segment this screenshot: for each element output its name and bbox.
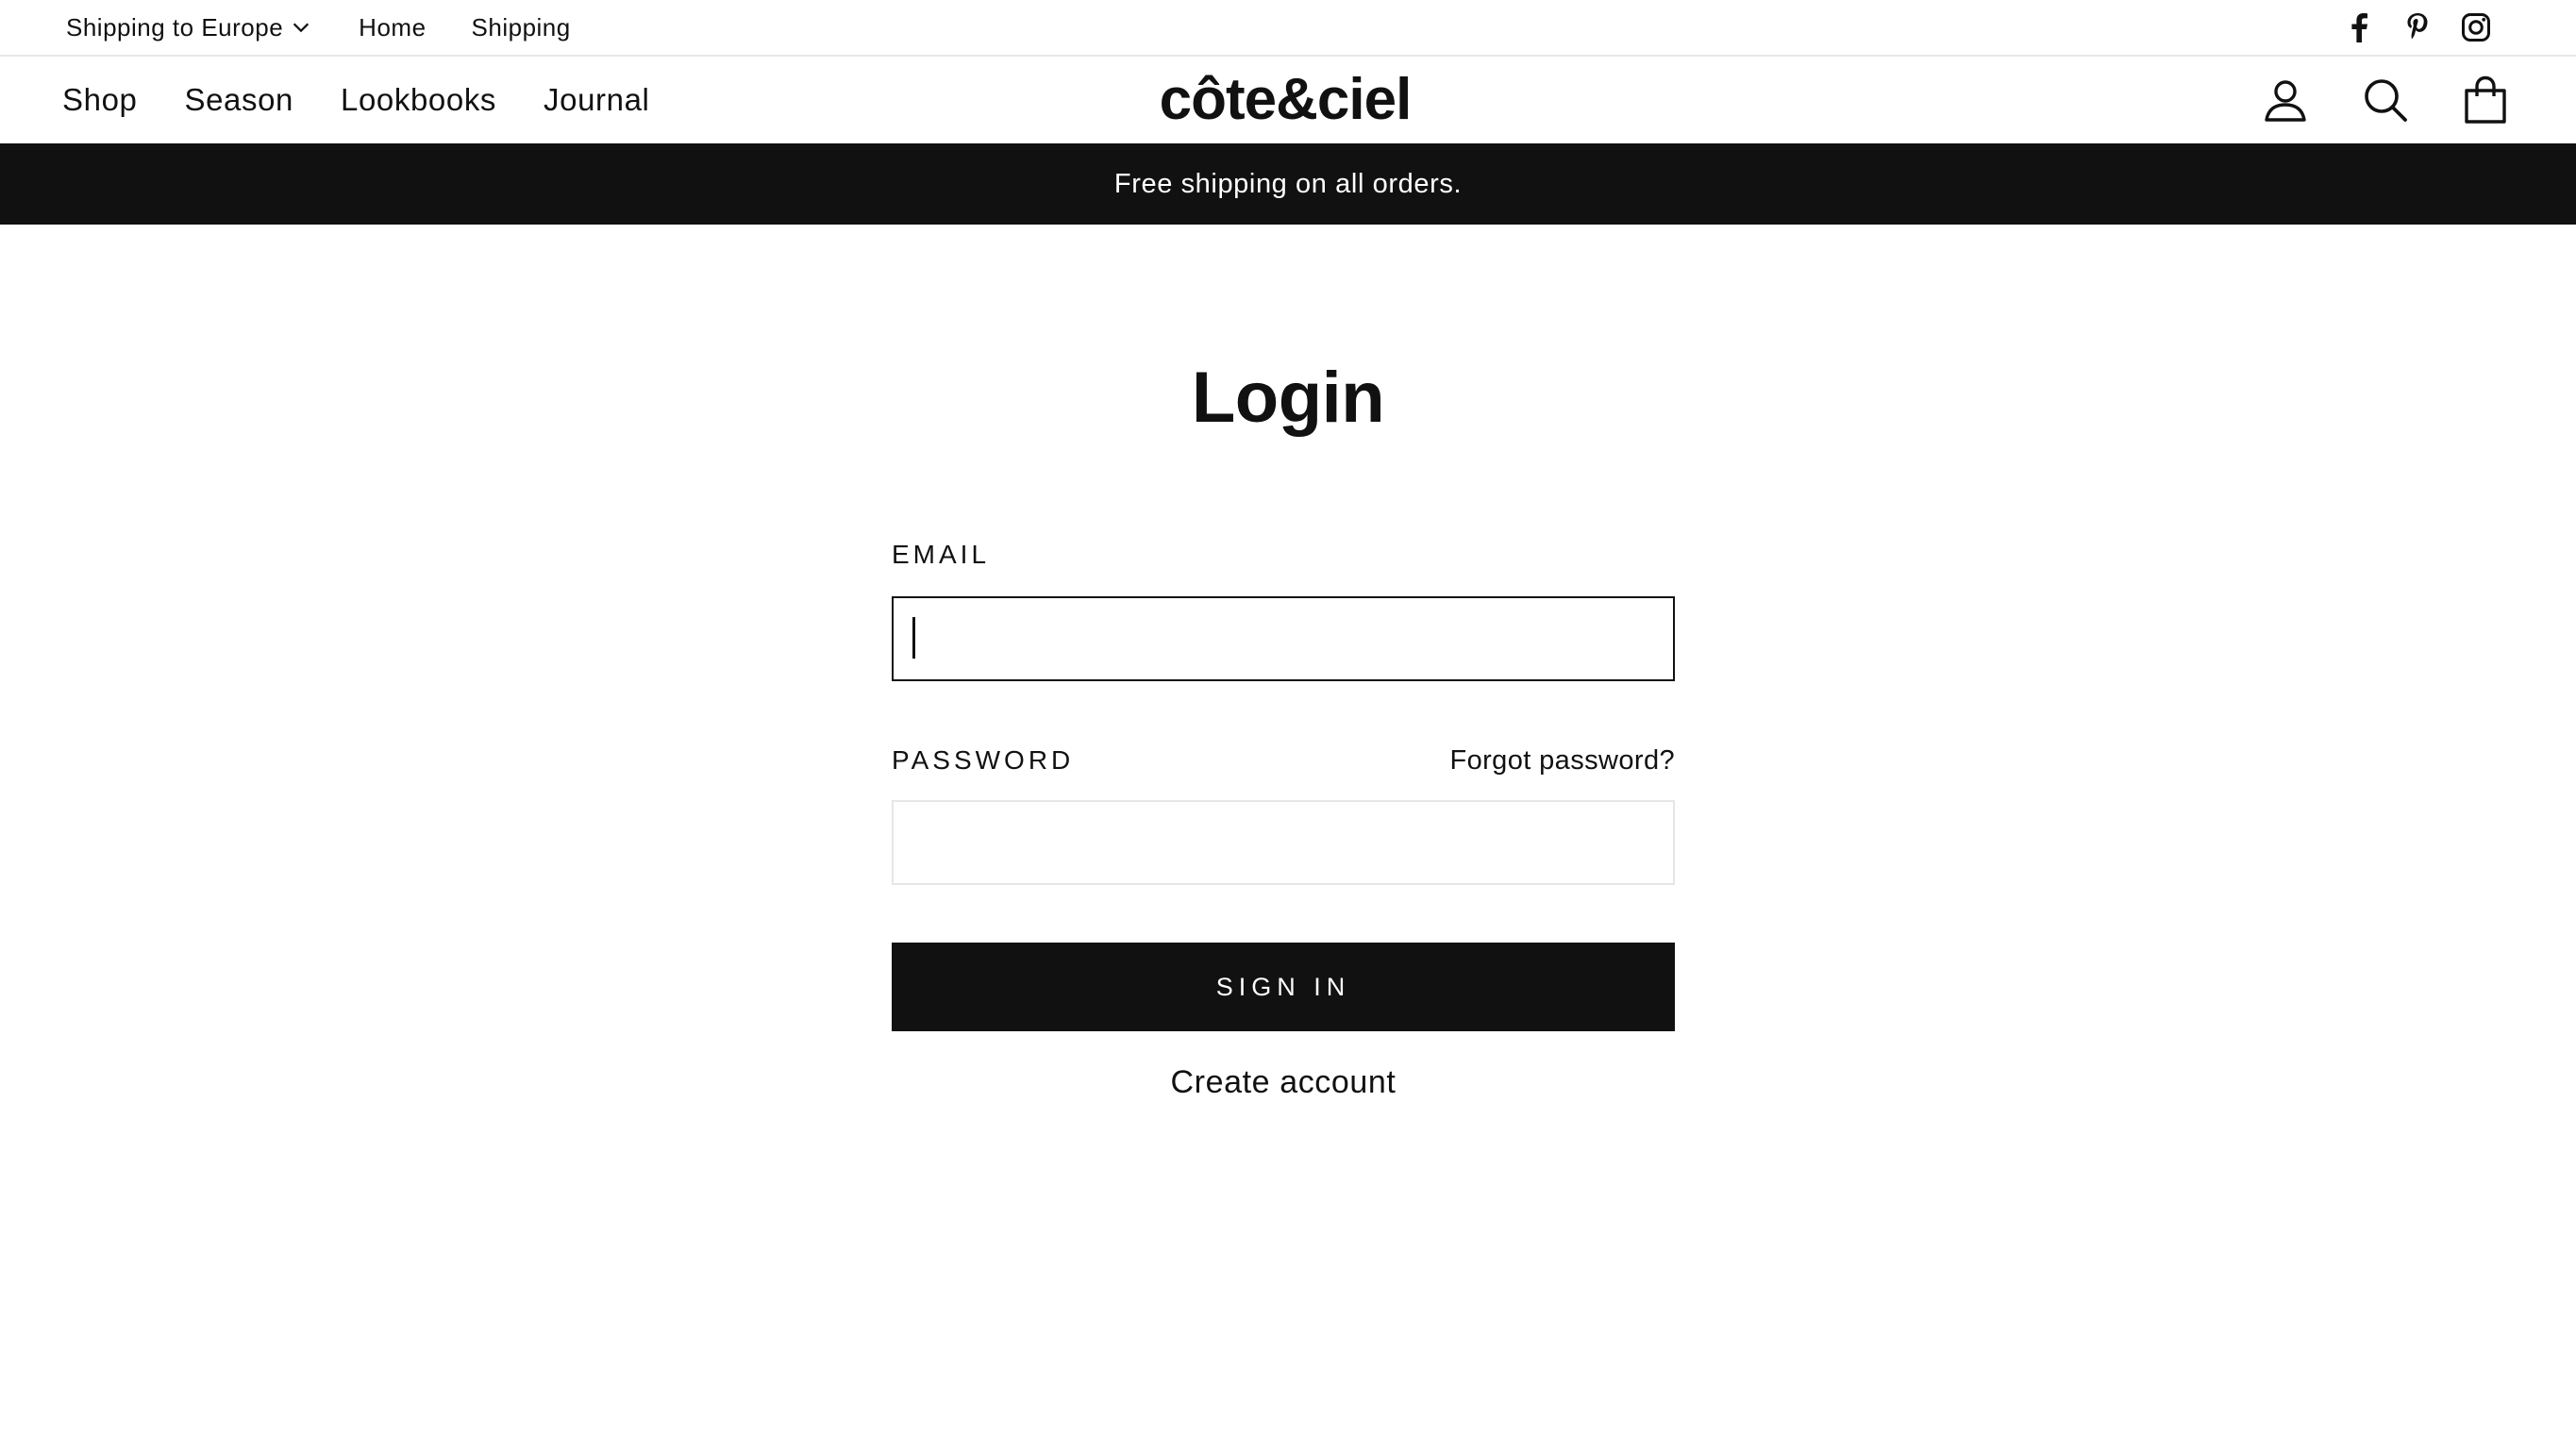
- announcement-bar: Free shipping on all orders.: [0, 143, 2576, 225]
- instagram-icon[interactable]: [2461, 12, 2491, 42]
- account-icon[interactable]: [2261, 75, 2310, 125]
- password-field[interactable]: [892, 800, 1675, 885]
- forgot-password-link[interactable]: Forgot password?: [1449, 745, 1675, 777]
- main-header: Shop Season Lookbooks Journal côte&ciel: [0, 57, 2576, 143]
- nav-item-season[interactable]: Season: [184, 82, 293, 118]
- main-nav: Shop Season Lookbooks Journal: [62, 57, 696, 143]
- search-icon[interactable]: [2361, 75, 2410, 125]
- email-label: EMAIL: [892, 540, 991, 569]
- nav-item-shop[interactable]: Shop: [62, 82, 137, 118]
- utility-bar: Shipping to Europe Home Shipping: [0, 0, 2576, 57]
- cart-icon[interactable]: [2461, 75, 2510, 125]
- nav-item-journal[interactable]: Journal: [544, 82, 649, 118]
- page-title: Login: [1191, 358, 1385, 438]
- utility-link-shipping[interactable]: Shipping: [472, 13, 571, 42]
- chevron-down-icon: [293, 23, 309, 33]
- email-field[interactable]: [892, 596, 1675, 681]
- social-links: [2344, 0, 2491, 55]
- region-label: Shipping to Europe: [66, 12, 284, 42]
- utility-links: Shipping to Europe Home Shipping: [66, 0, 571, 55]
- pinterest-icon[interactable]: [2402, 12, 2433, 42]
- utility-link-home[interactable]: Home: [359, 13, 426, 42]
- nav-item-lookbooks[interactable]: Lookbooks: [341, 82, 496, 118]
- password-label-row: PASSWORD Forgot password?: [892, 742, 1675, 779]
- facebook-icon[interactable]: [2344, 12, 2374, 42]
- text-caret: [912, 617, 915, 659]
- announcement-text: Free shipping on all orders.: [1113, 168, 1463, 199]
- header-icons: [2261, 57, 2510, 143]
- create-account-link[interactable]: Create account: [892, 1064, 1675, 1101]
- site-logo[interactable]: côte&ciel: [1151, 66, 1419, 132]
- password-label: PASSWORD: [892, 745, 1075, 775]
- region-selector[interactable]: Shipping to Europe: [66, 13, 311, 42]
- sign-in-button[interactable]: SIGN IN: [892, 943, 1675, 1031]
